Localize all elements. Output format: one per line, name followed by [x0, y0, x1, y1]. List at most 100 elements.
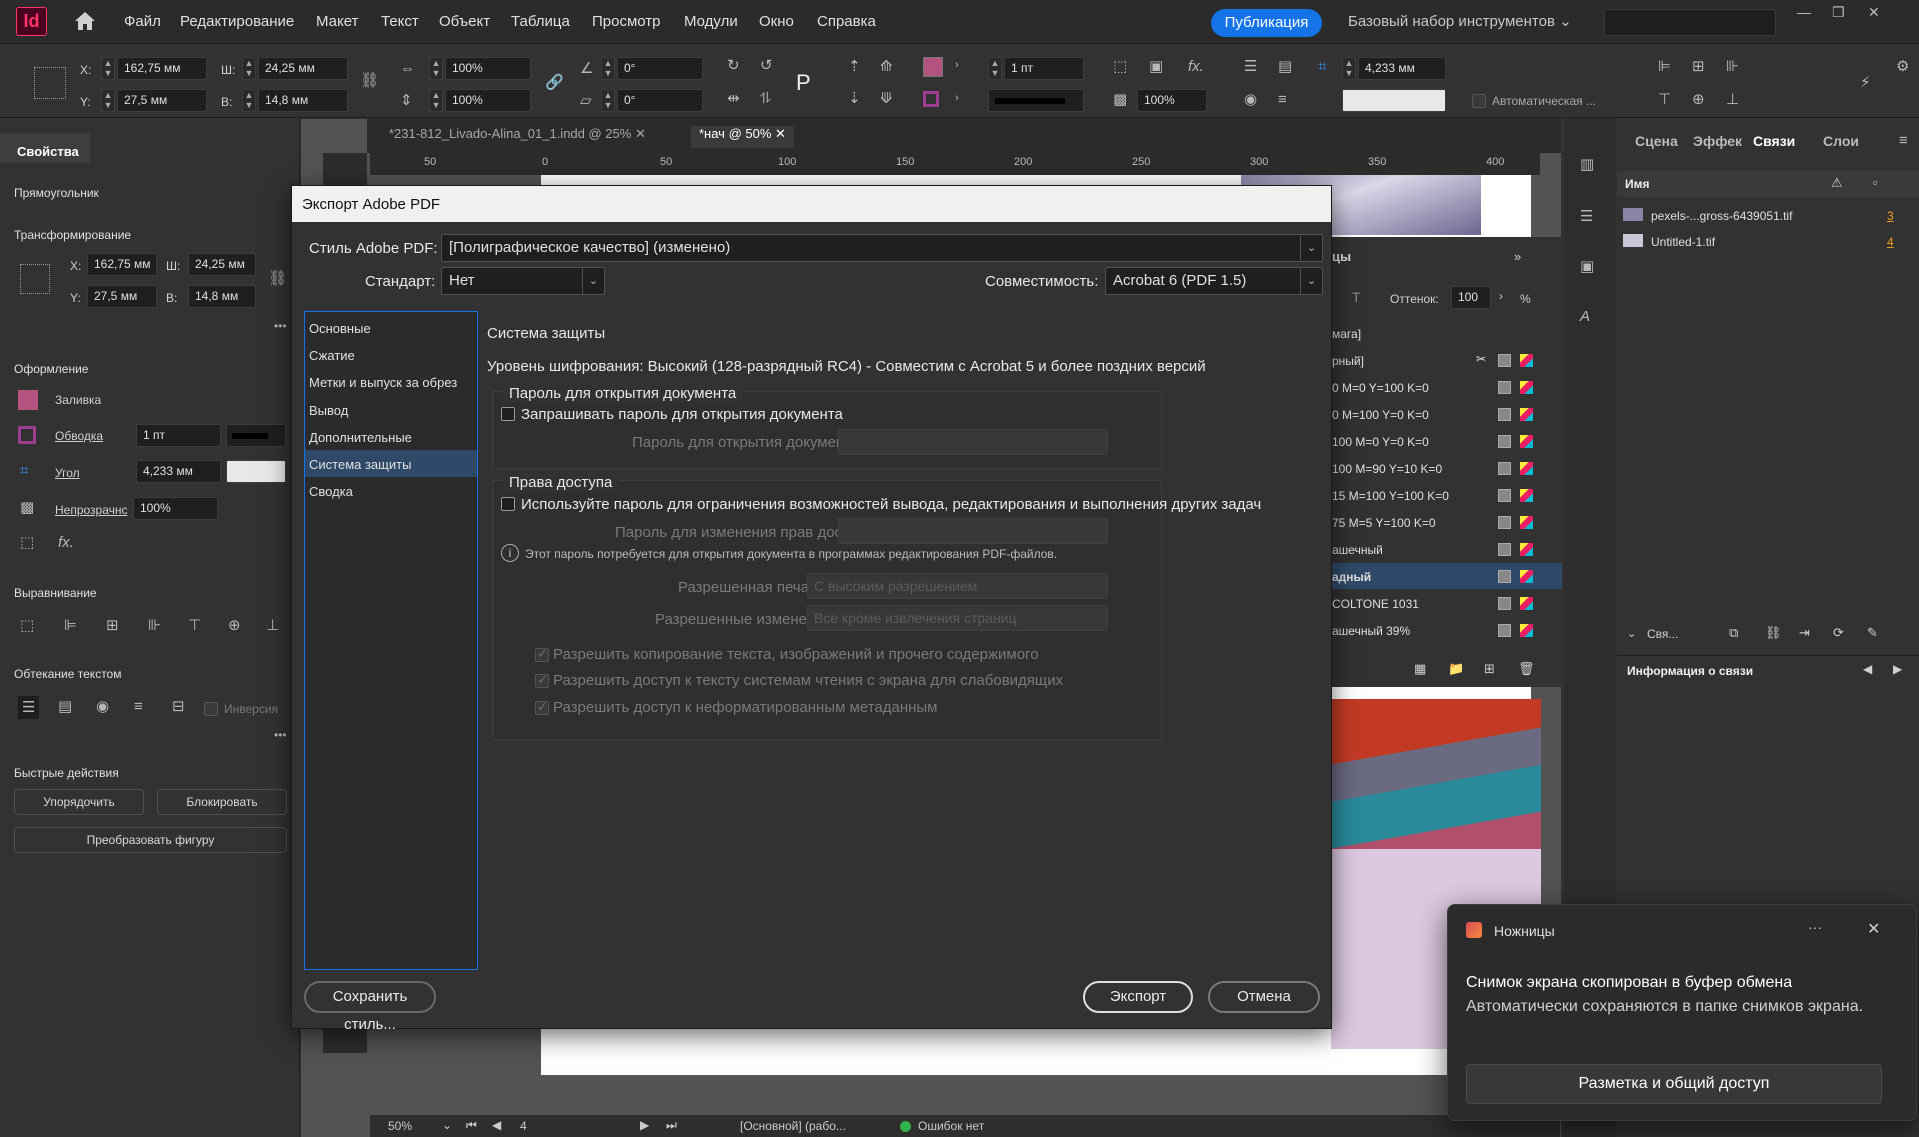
- flip-horizontal-icon[interactable]: ⇹: [727, 91, 740, 106]
- rotate-ccw-icon[interactable]: ↺: [760, 58, 773, 73]
- chevron-down-icon[interactable]: ⌄: [442, 1118, 452, 1132]
- stroke-weight-stepper[interactable]: ▲ ▼: [988, 57, 1002, 80]
- pdf-style-select[interactable]: [Полиграфическое качество] (изменено) ⌄: [441, 234, 1323, 262]
- align-left-icon[interactable]: ⊫: [64, 618, 77, 633]
- search-input[interactable]: [1604, 9, 1776, 36]
- tab-scene[interactable]: Сцена: [1635, 133, 1678, 149]
- constrain-proportions-icon[interactable]: ⛓: [360, 73, 379, 88]
- more-options-icon[interactable]: •••: [274, 729, 287, 741]
- select-previous-icon[interactable]: ⟰: [880, 59, 893, 74]
- scale-y-field[interactable]: 100%: [445, 89, 531, 112]
- allow-screen-reader-checkbox[interactable]: [535, 672, 549, 688]
- corner-options-icon[interactable]: ⌗: [1318, 59, 1326, 74]
- flip-vertical-icon[interactable]: ⥮: [760, 91, 771, 106]
- save-style-button[interactable]: Сохранить стиль...: [304, 981, 436, 1033]
- text-wrap-box-icon[interactable]: ▤: [1278, 59, 1292, 74]
- master-label[interactable]: [Основной] (рабо...: [740, 1119, 846, 1133]
- wrap-shape-icon[interactable]: ◉: [96, 699, 109, 714]
- close-icon[interactable]: ✕: [1867, 919, 1880, 939]
- swatch-row[interactable]: ашечный 39%: [1326, 617, 1562, 643]
- category-marks-bleeds[interactable]: Метки и выпуск за обрез: [305, 368, 477, 395]
- align-top-icon[interactable]: ⊤: [188, 618, 201, 633]
- auto-fit-checkbox[interactable]: [1472, 94, 1486, 108]
- tab-document-1[interactable]: *231-812_Livado-Alina_01_1.indd @ 25% ✕: [389, 126, 646, 148]
- permissions-password-input[interactable]: [838, 518, 1108, 544]
- stroke-weight-field[interactable]: 1 пт: [136, 424, 221, 447]
- drop-shadow-icon[interactable]: ▣: [1149, 59, 1163, 74]
- opacity-label[interactable]: Непрозрачнс: [55, 503, 128, 517]
- convert-shape-button[interactable]: Преобразовать фигуру: [14, 827, 287, 853]
- workspace-switcher[interactable]: Базовый набор инструментов ⌄: [1348, 12, 1572, 30]
- scale-y-stepper[interactable]: ▲ ▼: [429, 89, 443, 112]
- next-page-icon[interactable]: ▶: [640, 1118, 649, 1132]
- rotate-field[interactable]: 0°: [617, 57, 703, 80]
- text-icon[interactable]: T: [1352, 289, 1361, 305]
- select-next-icon[interactable]: ⟱: [880, 91, 893, 106]
- update-link-icon[interactable]: ⟳: [1833, 625, 1844, 641]
- frame-icon[interactable]: ⬚: [20, 535, 34, 550]
- w-stepper[interactable]: ▲ ▼: [242, 57, 256, 80]
- menu-layout[interactable]: Макет: [316, 13, 358, 30]
- x-stepper[interactable]: ▲ ▼: [101, 57, 115, 80]
- stroke-swatch[interactable]: [18, 426, 36, 444]
- x-field[interactable]: 162,75 мм: [117, 57, 207, 80]
- zoom-field[interactable]: 50%: [388, 1119, 412, 1133]
- w-field[interactable]: 24,25 мм: [258, 57, 348, 80]
- rotate-cw-icon[interactable]: ↻: [727, 58, 740, 73]
- link-row[interactable]: Untitled-1.tif 4: [1617, 230, 1919, 254]
- link-scale-icon[interactable]: 🔗: [545, 75, 564, 90]
- more-options-icon[interactable]: •••: [274, 320, 287, 332]
- more-icon[interactable]: ···: [1808, 919, 1822, 935]
- goto-link-icon[interactable]: ⇥: [1799, 625, 1810, 641]
- edit-original-icon[interactable]: ✎: [1867, 625, 1878, 641]
- links-icon[interactable]: ▣: [1580, 259, 1594, 274]
- tab-properties[interactable]: Свойства: [0, 133, 90, 163]
- menu-window[interactable]: Окно: [759, 13, 794, 30]
- fill-swatch[interactable]: [18, 390, 38, 410]
- constrain-proportions-icon[interactable]: ⛓: [268, 271, 287, 286]
- require-open-password-checkbox[interactable]: [501, 407, 515, 421]
- opacity-field[interactable]: 100%: [133, 497, 218, 520]
- swatch-row[interactable]: 0 M=0 Y=100 K=0: [1326, 374, 1562, 400]
- w-field[interactable]: 24,25 мм: [188, 253, 256, 276]
- align-bottom-icon[interactable]: ⊥: [1726, 92, 1739, 107]
- allow-metadata-label[interactable]: Разрешить доступ к неформатированным мет…: [553, 699, 938, 716]
- swatch-options-icon[interactable]: ▦: [1414, 661, 1426, 677]
- tint-menu-icon[interactable]: ›: [1499, 289, 1503, 303]
- rotate-stepper[interactable]: ▲ ▼: [601, 57, 615, 80]
- align-middle-icon[interactable]: ⊕: [1692, 92, 1705, 107]
- align-top-icon[interactable]: ⊤: [1658, 92, 1671, 107]
- category-output[interactable]: Вывод: [305, 396, 477, 423]
- fx-icon[interactable]: fx.: [58, 535, 74, 550]
- tab-document-2[interactable]: *нач @ 50% ✕: [691, 126, 794, 148]
- standard-select[interactable]: Нет ⌄: [441, 267, 605, 295]
- swatch-row[interactable]: мага]: [1326, 320, 1562, 346]
- align-to-icon[interactable]: ⬚: [20, 618, 34, 633]
- corner-field[interactable]: 4,233 мм: [136, 460, 221, 483]
- tab-links[interactable]: Связи: [1753, 133, 1795, 149]
- text-wrap-shape-icon[interactable]: ◉: [1244, 92, 1257, 107]
- lock-button[interactable]: Блокировать: [157, 789, 287, 815]
- align-vcenter-icon[interactable]: ⊕: [228, 618, 241, 633]
- menu-view[interactable]: Просмотр: [592, 13, 661, 30]
- warning-icon[interactable]: ⚠: [1831, 175, 1843, 191]
- relink-cc-icon[interactable]: ⧉: [1729, 625, 1738, 641]
- page-col-icon[interactable]: ▫: [1873, 175, 1878, 190]
- y-stepper[interactable]: ▲ ▼: [101, 89, 115, 112]
- fill-swatch[interactable]: [923, 57, 943, 77]
- stroke-type-select[interactable]: [988, 89, 1084, 112]
- prev-page-icon[interactable]: ◀: [492, 1118, 501, 1132]
- next-icon[interactable]: ▶: [1893, 662, 1902, 676]
- swatch-row[interactable]: ашечный: [1326, 536, 1562, 562]
- restore-icon[interactable]: ❐: [1832, 4, 1845, 21]
- allow-metadata-checkbox[interactable]: [535, 699, 549, 715]
- prev-icon[interactable]: ◀: [1863, 662, 1872, 676]
- new-swatch-icon[interactable]: ⊞: [1484, 661, 1495, 677]
- corner-shape-select[interactable]: [1342, 89, 1446, 112]
- menu-help[interactable]: Справка: [817, 13, 876, 30]
- arrange-button[interactable]: Упорядочить: [14, 789, 144, 815]
- text-wrap-none-icon[interactable]: ☰: [1244, 59, 1257, 74]
- category-general[interactable]: Основные: [305, 314, 477, 341]
- markup-share-button[interactable]: Разметка и общий доступ: [1466, 1064, 1882, 1104]
- category-compression[interactable]: Сжатие: [305, 341, 477, 368]
